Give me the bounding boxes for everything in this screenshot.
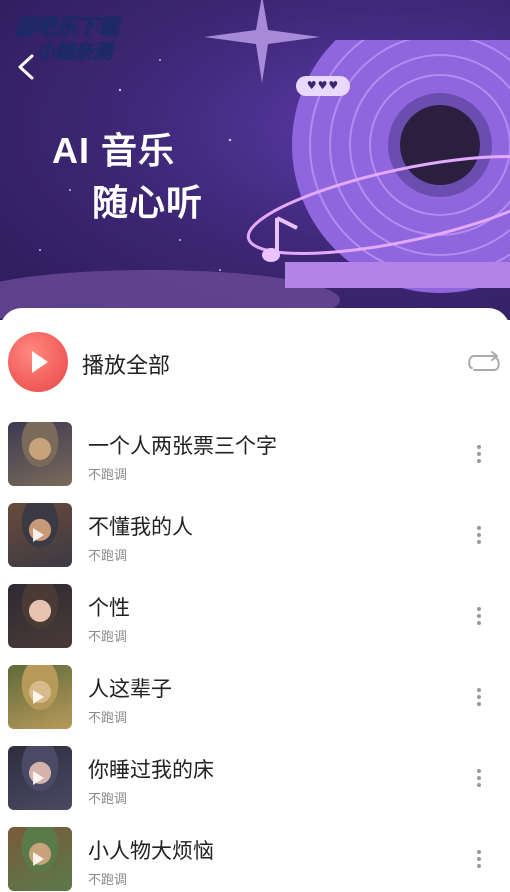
- song-cover-thumbnail[interactable]: [8, 503, 72, 567]
- song-cover-thumbnail[interactable]: [8, 422, 72, 486]
- song-subtitle: 不跑调: [88, 468, 128, 483]
- more-options-icon[interactable]: [474, 523, 484, 549]
- song-row[interactable]: 不懂我的人 不跑调: [0, 501, 510, 582]
- song-title: 不懂我的人: [88, 515, 193, 539]
- more-options-icon[interactable]: [474, 685, 484, 711]
- hero-title-line2: 随心听: [92, 182, 204, 223]
- play-all-row[interactable]: 播放全部: [8, 332, 502, 392]
- hero-banner: ♥♥♥ 游吧乐下载 小编亲测 AI 音乐 随心听: [0, 0, 510, 330]
- back-arrow-icon[interactable]: [12, 52, 40, 82]
- song-row[interactable]: 人这辈子 不跑调: [0, 663, 510, 744]
- cover-play-icon: [33, 771, 44, 785]
- song-row[interactable]: 个性 不跑调: [0, 582, 510, 663]
- song-subtitle: 不跑调: [88, 873, 128, 888]
- song-row[interactable]: 你睡过我的床 不跑调: [0, 744, 510, 825]
- song-subtitle: 不跑调: [88, 792, 128, 807]
- cover-play-icon: [33, 528, 44, 542]
- song-cover-thumbnail[interactable]: [8, 746, 72, 810]
- cover-play-icon: [33, 852, 44, 866]
- screen: ♥♥♥ 游吧乐下载 小编亲测 AI 音乐 随心听 播放全部 一个人两张票三个字不…: [0, 0, 510, 892]
- song-row[interactable]: 小人物大烦恼 不跑调: [0, 825, 510, 892]
- song-cover-thumbnail[interactable]: [8, 584, 72, 648]
- loop-icon[interactable]: [466, 350, 502, 374]
- hero-title-line1: AI 音乐: [52, 130, 176, 171]
- song-subtitle: 不跑调: [88, 711, 128, 726]
- cover-play-icon: [33, 690, 44, 704]
- play-all-button[interactable]: [8, 332, 68, 392]
- song-title: 一个人两张票三个字: [88, 434, 277, 458]
- song-title: 你睡过我的床: [88, 758, 214, 782]
- svg-text:小编亲测: 小编亲测: [36, 41, 116, 63]
- song-subtitle: 不跑调: [88, 549, 128, 564]
- song-sheet: 播放全部 一个人两张票三个字 不跑调 不懂我的人 不跑调 个性 不跑调 人这辈子 不跑调 你睡过…: [0, 308, 510, 892]
- play-icon: [32, 351, 48, 373]
- song-title: 个性: [88, 596, 130, 620]
- song-list: 一个人两张票三个字 不跑调 不懂我的人 不跑调 个性 不跑调 人这辈子 不跑调 你睡过我的床 不跑…: [0, 420, 510, 892]
- song-cover-thumbnail[interactable]: [8, 665, 72, 729]
- play-all-label: 播放全部: [82, 354, 171, 379]
- more-options-icon[interactable]: [474, 766, 484, 792]
- song-row[interactable]: 一个人两张票三个字不跑调: [0, 420, 510, 501]
- more-options-icon[interactable]: [474, 847, 484, 873]
- more-options-icon[interactable]: [474, 604, 484, 630]
- song-cover-thumbnail[interactable]: [8, 827, 72, 891]
- svg-text:游吧乐下载: 游吧乐下载: [14, 15, 122, 39]
- more-options-icon[interactable]: [474, 442, 484, 468]
- song-subtitle: 不跑调: [88, 630, 128, 645]
- song-title: 人这辈子: [88, 677, 172, 701]
- vinyl-record-art: [245, 0, 510, 304]
- song-title: 小人物大烦恼: [88, 839, 214, 863]
- hearts-badge: ♥♥♥: [296, 76, 350, 96]
